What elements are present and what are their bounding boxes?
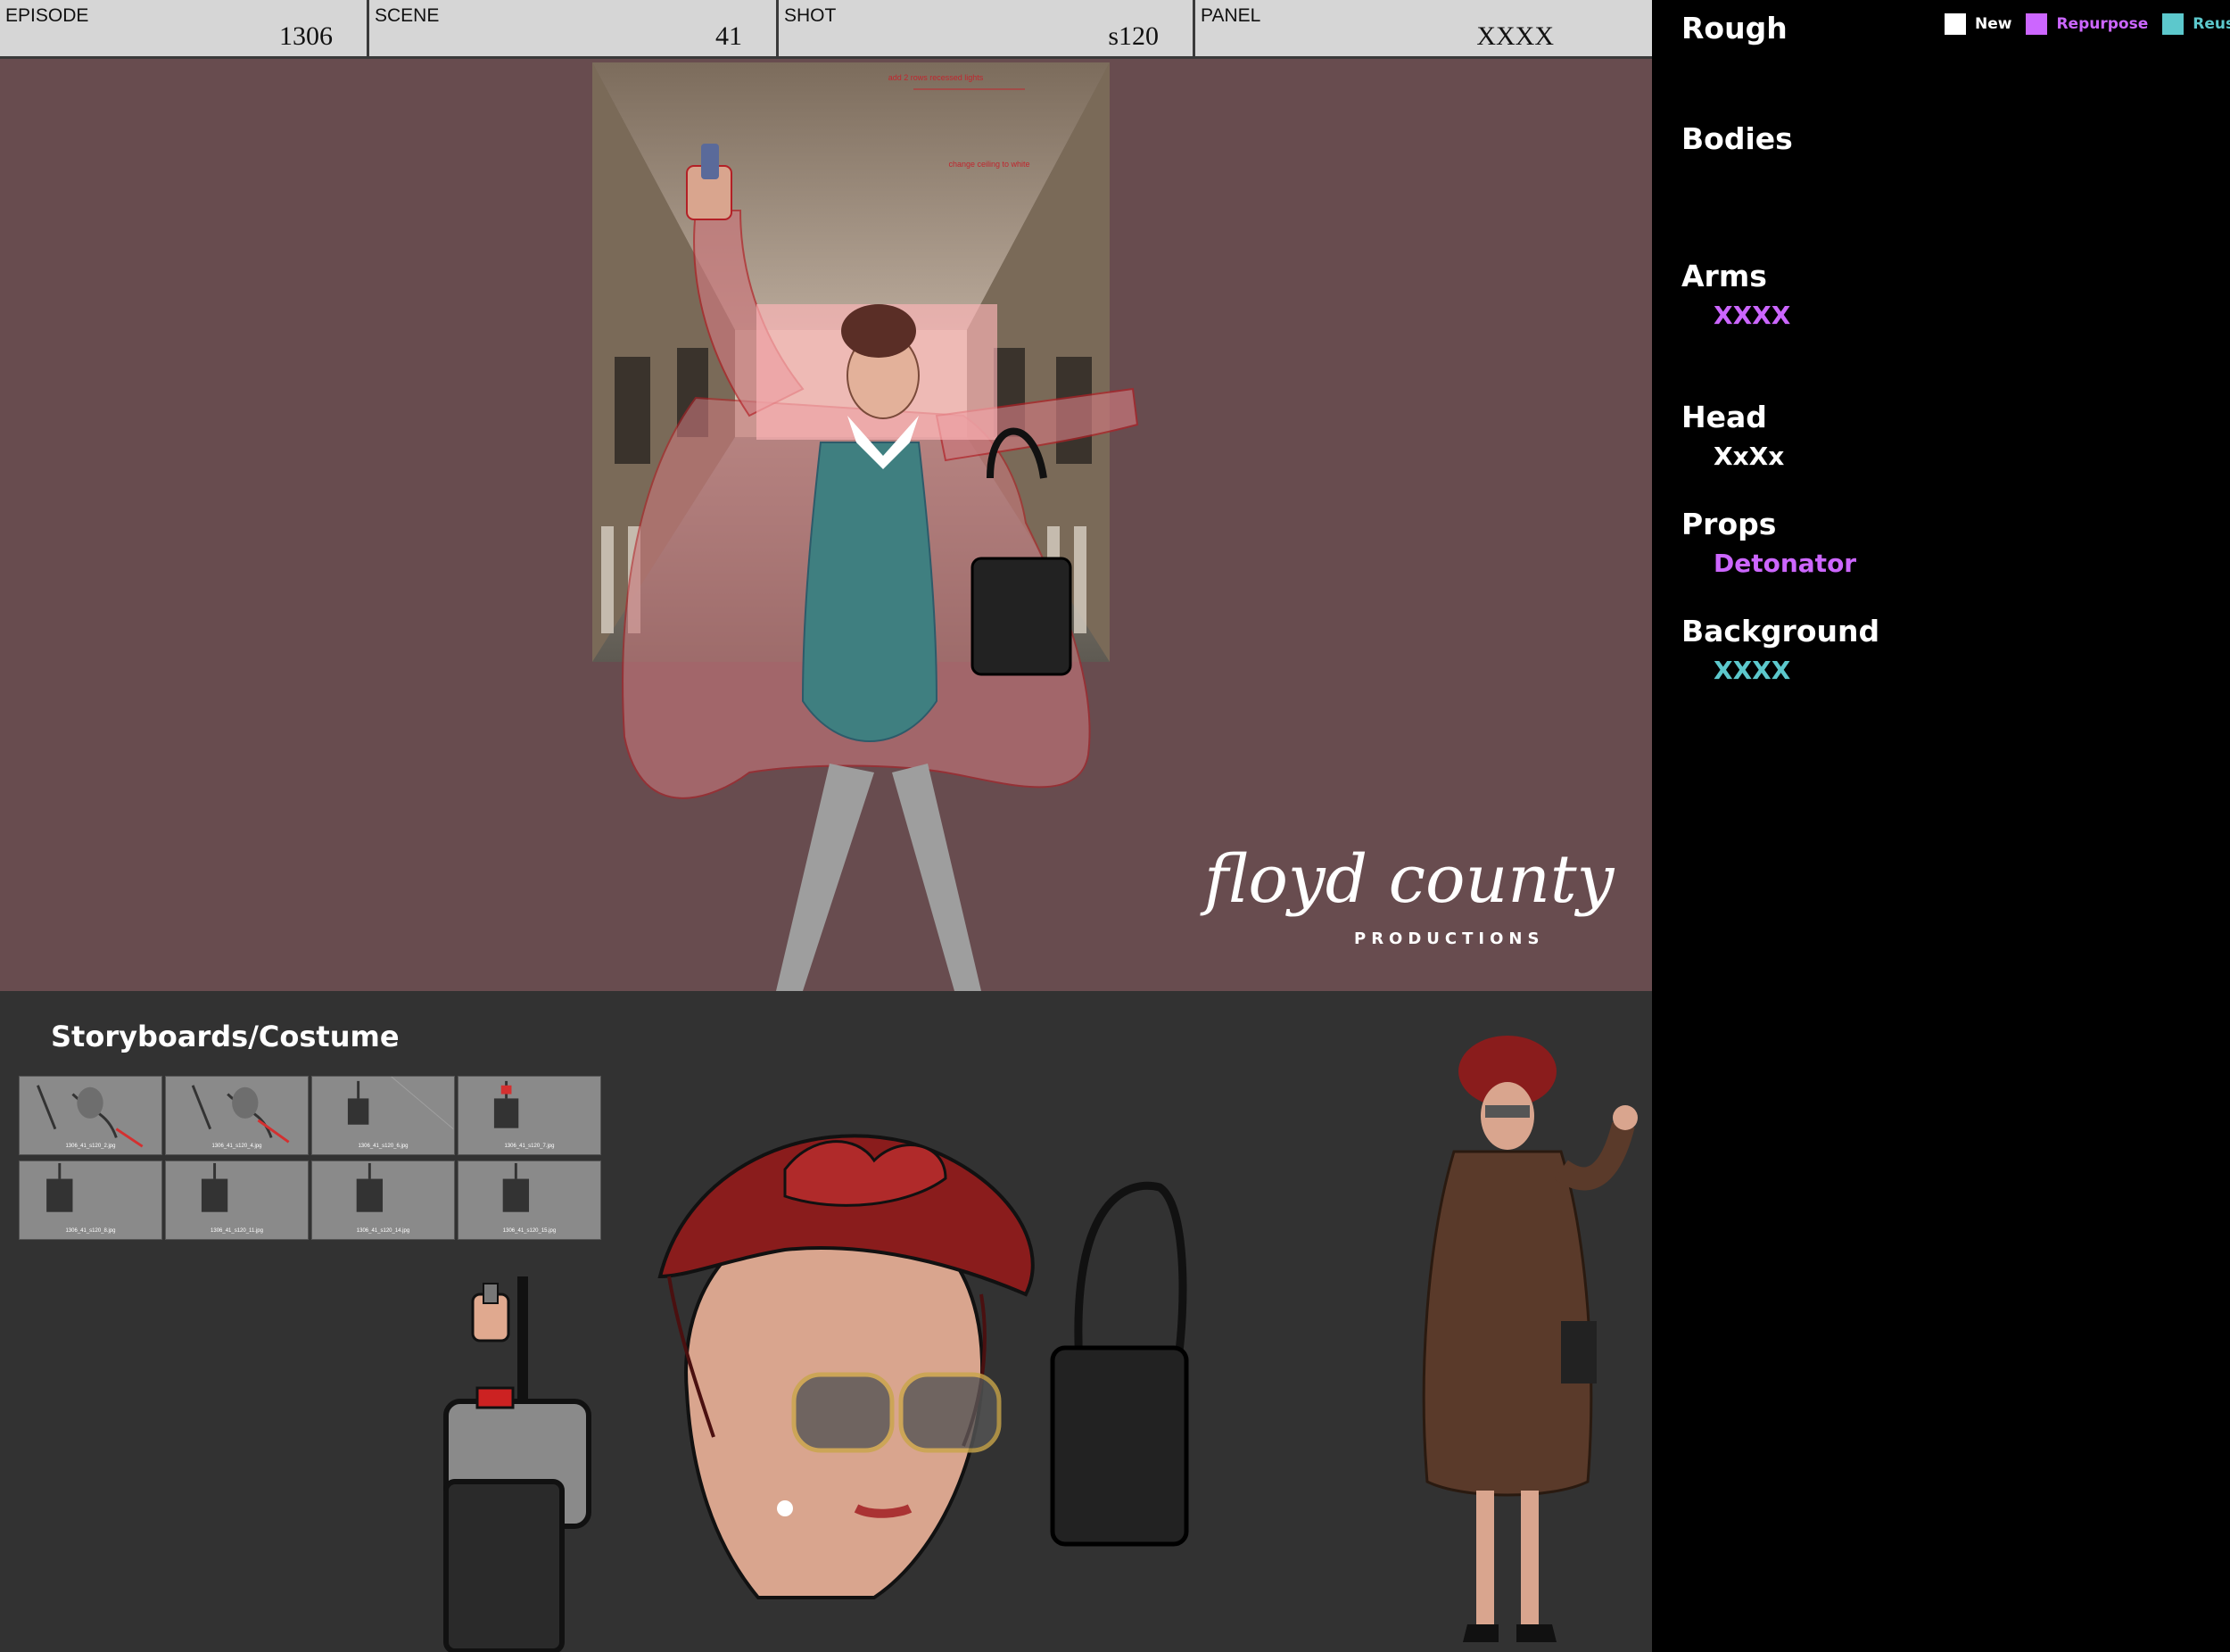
episode-value: 1306 bbox=[279, 21, 333, 51]
storyboards-costume-section: Storyboards/Costume 1306_41_s120_2.jpg 1… bbox=[0, 991, 1652, 1652]
episode-cell: EPISODE 1306 bbox=[0, 0, 369, 57]
head-value: XxXx bbox=[1714, 442, 1785, 471]
storyboard-thumbnail[interactable]: 1306_41_s120_15.jpg bbox=[458, 1161, 601, 1240]
shot-cell: SHOT s120 bbox=[779, 0, 1195, 57]
storyboard-thumbnail[interactable]: 1306_41_s120_11.jpg bbox=[165, 1161, 309, 1240]
head-hat-costume-artwork bbox=[657, 1134, 1035, 1599]
panel-value: XXXX bbox=[1476, 21, 1554, 51]
legend-swatch-new bbox=[1945, 13, 1966, 35]
asset-status-sidebar: Rough New Repurpose Reuse Bodies Arms XX… bbox=[1652, 0, 2230, 1652]
rough-panel: add 2 rows recessed lights change ceilin… bbox=[0, 59, 1652, 991]
svg-text:floyd county: floyd county bbox=[1200, 841, 1615, 918]
storyboard-thumbnail[interactable]: 1306_41_s120_14.jpg bbox=[311, 1161, 455, 1240]
storyboard-thumbnail[interactable]: 1306_41_s120_8.jpg bbox=[19, 1161, 162, 1240]
scene-value: 41 bbox=[715, 21, 742, 51]
props-value: Detonator bbox=[1714, 549, 1857, 578]
episode-label: EPISODE bbox=[5, 5, 89, 26]
scene-cell: SCENE 41 bbox=[369, 0, 779, 57]
storyboard-thumbnail[interactable]: 1306_41_s120_7.jpg bbox=[458, 1076, 601, 1155]
head-section: Head XxXx bbox=[1681, 400, 1785, 471]
shot-value: s120 bbox=[1108, 21, 1159, 51]
storyboard-thumbnail[interactable]: 1306_41_s120_6.jpg bbox=[311, 1076, 455, 1155]
scene-label: SCENE bbox=[375, 5, 440, 26]
panel-label: PANEL bbox=[1201, 5, 1261, 26]
arms-section: Arms XXXX bbox=[1681, 259, 1791, 330]
shot-info-header: EPISODE 1306 SCENE 41 SHOT s120 PANEL XX… bbox=[0, 0, 1652, 59]
storyboard-thumbnail[interactable]: 1306_41_s120_4.jpg bbox=[165, 1076, 309, 1155]
legend-swatch-reuse bbox=[2162, 13, 2185, 35]
storyboard-thumbnails: 1306_41_s120_2.jpg 1306_41_s120_4.jpg 13… bbox=[19, 1076, 601, 1242]
panel-cell: PANEL XXXX bbox=[1195, 0, 1652, 57]
svg-text:PRODUCTIONS: PRODUCTIONS bbox=[1354, 929, 1544, 948]
handbag-prop-artwork bbox=[1050, 1181, 1189, 1547]
arms-value: XXXX bbox=[1714, 301, 1791, 330]
storyboard-thumbnail[interactable]: 1306_41_s120_2.jpg bbox=[19, 1076, 162, 1155]
bodies-section: Bodies bbox=[1681, 121, 1793, 156]
shot-label: SHOT bbox=[784, 5, 837, 26]
status-legend: New Repurpose Reuse bbox=[1945, 13, 2230, 35]
props-section: Props Detonator bbox=[1681, 507, 1857, 578]
full-body-costume-artwork bbox=[1422, 1036, 1638, 1642]
legend-label-new: New bbox=[1975, 15, 2012, 33]
legend-swatch-repurpose bbox=[2026, 13, 2048, 35]
floyd-county-logo: floyd county PRODUCTIONS bbox=[1195, 826, 1641, 969]
costume-section-title: Storyboards/Costume bbox=[51, 1020, 400, 1053]
legend-label-reuse: Reuse bbox=[2193, 15, 2230, 33]
rough-heading: Rough bbox=[1681, 11, 1788, 45]
detonator-prop-artwork bbox=[443, 1276, 591, 1652]
background-value: XXXX bbox=[1714, 656, 1791, 685]
legend-label-repurpose: Repurpose bbox=[2056, 15, 2149, 33]
background-section: Background XXXX bbox=[1681, 614, 1880, 685]
